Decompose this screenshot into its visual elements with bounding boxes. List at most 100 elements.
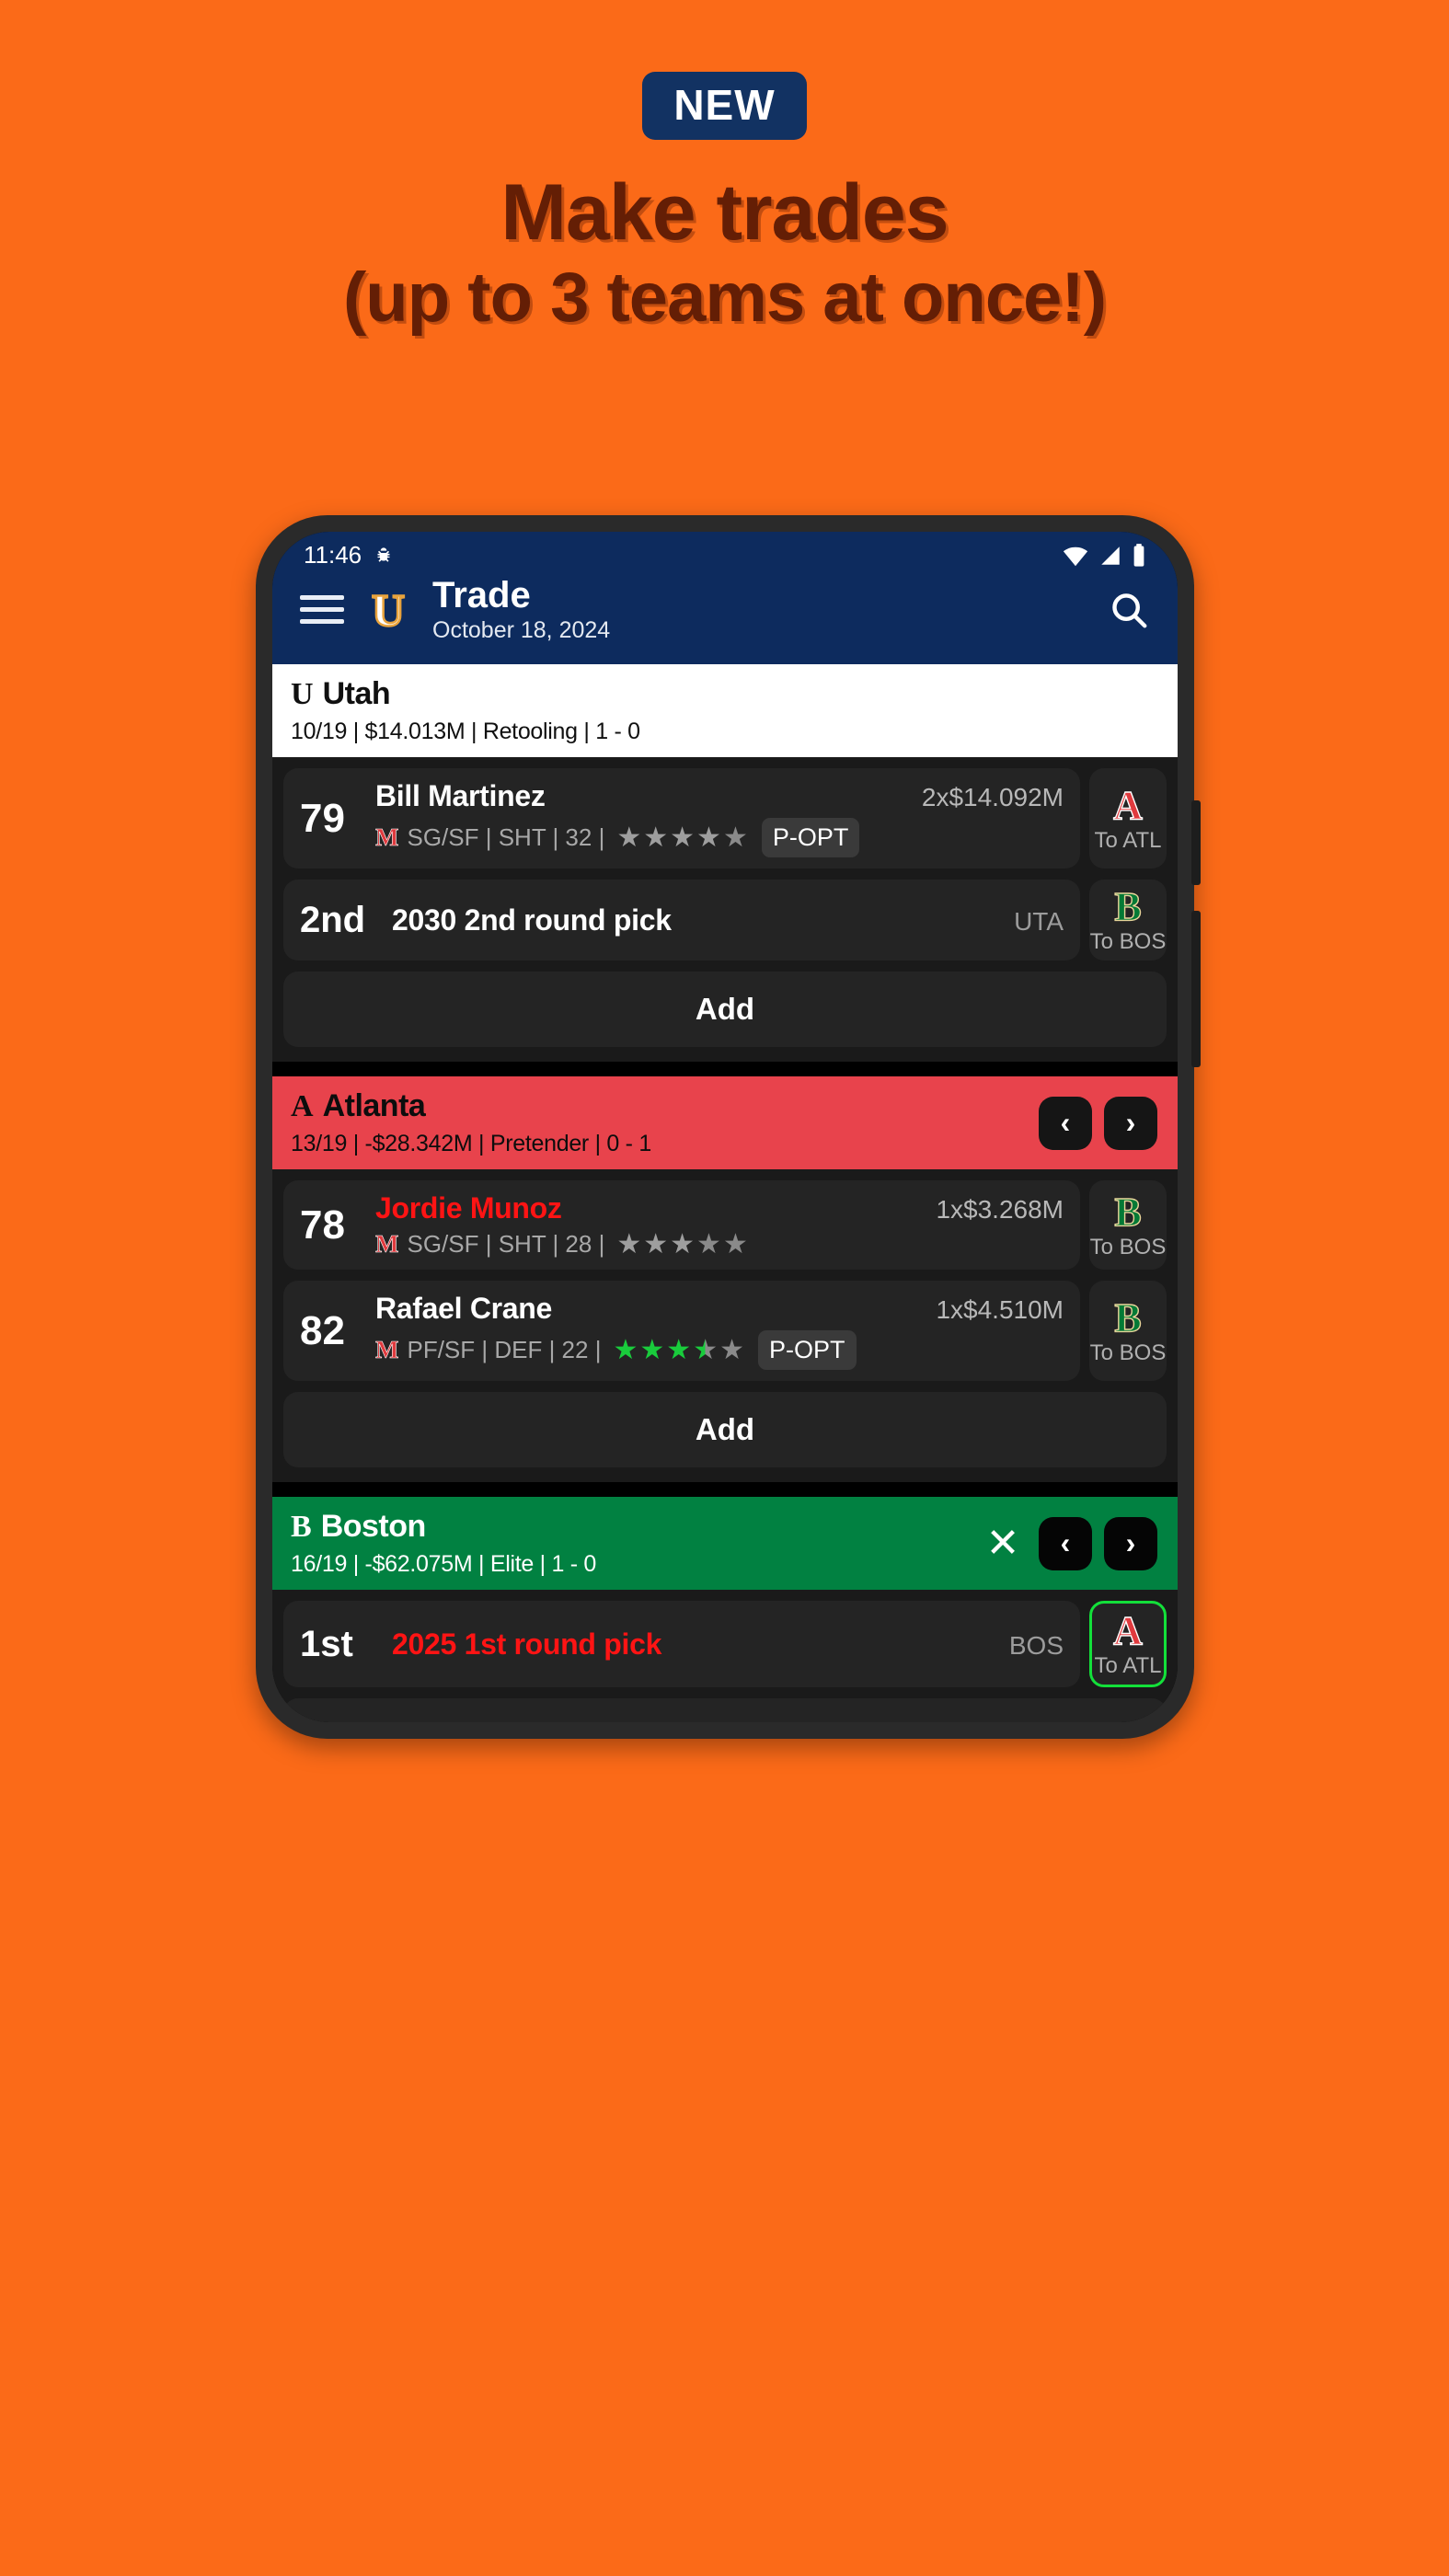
trade-destination-button[interactable]: B To BOS xyxy=(1089,1281,1167,1381)
player-attributes: SG/SF | SHT | 32 | xyxy=(407,823,605,851)
player-details: Bill Martinez 2x$14.092M M SG/SF | SHT | 32… xyxy=(375,779,1064,857)
trade-destination-button[interactable]: B To BOS xyxy=(1089,1180,1167,1270)
add-asset-button[interactable]: Add xyxy=(283,1392,1167,1467)
destination-team-logo: A xyxy=(1112,782,1143,828)
trade-asset-row: 1st 2025 1st round pick BOS A To ATL xyxy=(272,1601,1178,1687)
contract-option-tag: P-OPT xyxy=(761,818,860,857)
team-header-actions: ‹ › xyxy=(1039,1096,1157,1150)
destination-label: To BOS xyxy=(1089,1340,1167,1365)
player-overall: 78 xyxy=(300,1202,345,1248)
player-contract: 2x$14.092M xyxy=(921,783,1064,811)
player-overall: 82 xyxy=(300,1307,345,1353)
status-bar-right xyxy=(1062,543,1146,569)
college-badge: M xyxy=(375,1336,399,1363)
trade-asset-card[interactable]: 82 Rafael Crane 1x$4.510M M PF/SF | DEF | 22… xyxy=(283,1281,1080,1381)
contract-option-tag: P-OPT xyxy=(758,1330,857,1370)
player-details: Jordie Munoz 1x$3.268M M SG/SF | SHT | 28 |… xyxy=(375,1191,1064,1259)
rating-star: ★ xyxy=(643,822,669,853)
previous-team-button[interactable]: ‹ xyxy=(1039,1516,1092,1570)
pick-top-line: 2025 1st round pick BOS xyxy=(392,1627,1064,1662)
trade-destination-button[interactable]: B To BOS xyxy=(1089,880,1167,960)
trade-asset-card[interactable]: 78 Jordie Munoz 1x$3.268M M SG/SF | SHT | 28… xyxy=(283,1180,1080,1270)
destination-team-logo: B xyxy=(1114,1189,1143,1235)
next-team-button[interactable]: › xyxy=(1104,1516,1157,1570)
app-bar-title-block: Trade October 18, 2024 xyxy=(432,575,1087,644)
pick-name: 2030 2nd round pick xyxy=(392,903,672,937)
status-bar-left: 11:46 xyxy=(304,541,396,569)
promo-headline: Make trades (up to 3 teams at once!) xyxy=(0,171,1449,335)
next-team-button[interactable]: › xyxy=(1104,1096,1157,1150)
player-meta-line: M SG/SF | SHT | 28 | ★ ★ ★ ★ ★ xyxy=(375,1230,1064,1259)
team-name: Atlanta xyxy=(322,1088,426,1123)
player-contract: 1x$4.510M xyxy=(936,1295,1064,1324)
rating-star: ★ xyxy=(696,822,721,853)
team-header-utah[interactable]: U Utah 10/19 | $14.013M | Retooling | 1 - … xyxy=(272,664,1178,757)
trade-asset-card[interactable]: 79 Bill Martinez 2x$14.092M M SG/SF | SHT | … xyxy=(283,768,1080,868)
trade-asset-row: 2nd 2030 2nd round pick UTA B To BOS xyxy=(272,880,1178,960)
app-bar-team-logo: U xyxy=(371,583,407,636)
destination-label: To ATL xyxy=(1094,1653,1162,1678)
college-badge: M xyxy=(375,1230,399,1258)
rating-star: ★ xyxy=(696,1228,721,1259)
team-header-info: U Utah 10/19 | $14.013M | Retooling | 1 - … xyxy=(291,676,1157,745)
rating-star: ★ xyxy=(722,1228,748,1259)
team-header-actions: ✕ ‹ › xyxy=(979,1516,1157,1570)
page-date: October 18, 2024 xyxy=(432,617,611,643)
team-logo-letter: U xyxy=(291,676,314,711)
destination-label: To BOS xyxy=(1089,1234,1167,1259)
team-header-atlanta[interactable]: A Atlanta 13/19 | -$28.342M | Pretender | … xyxy=(272,1076,1178,1169)
app-bar: U Trade October 18, 2024 xyxy=(272,569,1178,664)
phone-frame: 11:46 U Trade October 18, 2024 U Utah 10… xyxy=(256,515,1201,1739)
pick-round: 2nd xyxy=(300,900,366,940)
player-meta-line: M SG/SF | SHT | 32 | ★ ★ ★ ★ ★ P-OPT xyxy=(375,818,1064,857)
hamburger-line xyxy=(300,607,344,612)
trade-teams-list: U Utah 10/19 | $14.013M | Retooling | 1 - … xyxy=(272,664,1178,1722)
previous-team-button[interactable]: ‹ xyxy=(1039,1096,1092,1150)
pick-details: 2030 2nd round pick UTA xyxy=(392,903,1064,937)
wifi-icon xyxy=(1063,546,1088,566)
trade-asset-card[interactable]: 2nd 2030 2nd round pick UTA xyxy=(283,880,1080,960)
player-rating-stars: ★ ★ ★ ★ ★ xyxy=(616,822,748,853)
hamburger-line xyxy=(300,595,344,600)
player-contract: 1x$3.268M xyxy=(936,1195,1064,1224)
remove-team-button[interactable]: ✕ xyxy=(979,1520,1027,1567)
team-header-boston[interactable]: B Boston 16/19 | -$62.075M | Elite | 1 - 0… xyxy=(272,1497,1178,1590)
player-attributes: PF/SF | DEF | 22 | xyxy=(407,1336,602,1363)
pick-origin-team: BOS xyxy=(1008,1630,1064,1660)
team-summary: 16/19 | -$62.075M | Elite | 1 - 0 xyxy=(291,1551,596,1577)
college-badge: M xyxy=(375,823,399,851)
team-logo-letter: B xyxy=(291,1509,312,1544)
search-icon[interactable] xyxy=(1108,589,1150,631)
team-assets-utah: 79 Bill Martinez 2x$14.092M M SG/SF | SHT | … xyxy=(272,757,1178,1062)
trade-destination-button[interactable]: A To ATL xyxy=(1089,1601,1167,1687)
section-divider xyxy=(272,1482,1178,1497)
team-summary: 13/19 | -$28.342M | Pretender | 0 - 1 xyxy=(291,1131,651,1156)
destination-team-logo: A xyxy=(1112,1608,1143,1653)
rating-star: ★ xyxy=(639,1334,665,1365)
page-title: Trade xyxy=(432,575,531,615)
rating-star: ★ xyxy=(693,1334,719,1365)
hamburger-menu-icon[interactable] xyxy=(300,595,344,624)
new-badge: NEW xyxy=(642,72,807,140)
team-header-info: B Boston 16/19 | -$62.075M | Elite | 1 - 0 xyxy=(291,1509,979,1578)
team-name-row: U Utah xyxy=(291,676,1157,712)
player-top-line: Bill Martinez 2x$14.092M xyxy=(375,779,1064,813)
trade-asset-card[interactable]: 1st 2025 1st round pick BOS xyxy=(283,1601,1080,1687)
player-rating-stars: ★ ★ ★ ★ ★ xyxy=(616,1228,748,1259)
pick-round: 1st xyxy=(300,1624,353,1664)
promo-headline-line1: Make trades xyxy=(500,168,949,257)
trade-destination-button[interactable]: A To ATL xyxy=(1089,768,1167,868)
add-asset-button[interactable]: Add xyxy=(283,972,1167,1047)
pick-top-line: 2030 2nd round pick UTA xyxy=(392,903,1064,937)
add-asset-button[interactable]: Add xyxy=(283,1698,1167,1722)
rating-star: ★ xyxy=(670,822,696,853)
trade-asset-row: 78 Jordie Munoz 1x$3.268M M SG/SF | SHT | 28… xyxy=(272,1180,1178,1270)
team-header-info: A Atlanta 13/19 | -$28.342M | Pretender | … xyxy=(291,1088,1039,1157)
promo-header: NEW Make trades (up to 3 teams at once!) xyxy=(0,0,1449,335)
team-name-row: B Boston xyxy=(291,1509,979,1545)
status-bar-time: 11:46 xyxy=(304,541,362,569)
rating-star: ★ xyxy=(670,1228,696,1259)
destination-team-logo: B xyxy=(1114,884,1143,929)
section-divider xyxy=(272,1062,1178,1076)
trade-asset-row: 82 Rafael Crane 1x$4.510M M PF/SF | DEF | 22… xyxy=(272,1281,1178,1381)
